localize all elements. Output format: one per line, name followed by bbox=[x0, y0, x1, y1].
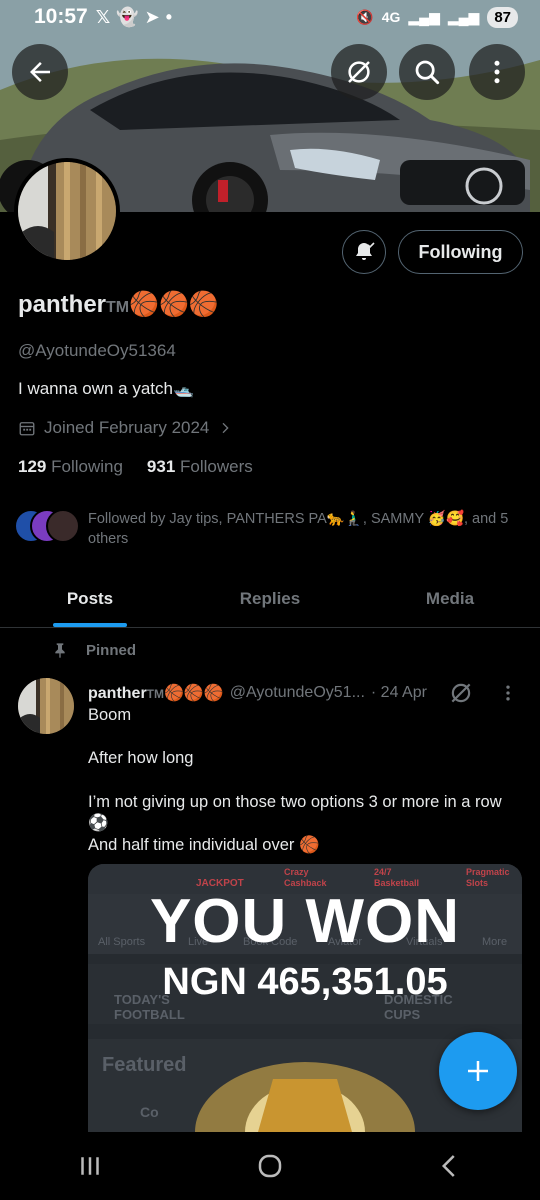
chevron-right-icon bbox=[222, 422, 230, 434]
grok-icon bbox=[348, 61, 370, 83]
signal-icon-2: ▂▄▆ bbox=[447, 8, 480, 25]
profile-bio: I wanna own a yatch🛥️ bbox=[18, 379, 195, 398]
grok-button[interactable] bbox=[331, 44, 387, 100]
post-text-line: After how long bbox=[88, 749, 194, 767]
followed-by-avatars bbox=[14, 509, 80, 543]
post-author-emoji: 🏀🏀🏀 bbox=[164, 685, 224, 702]
tab-replies[interactable]: Replies bbox=[180, 570, 360, 627]
media-bg-label: Co bbox=[140, 1104, 159, 1120]
mute-icon: 🔇 bbox=[356, 8, 374, 25]
followed-by-text: Followed by Jay tips, PANTHERS PA🐆🧎‍♂️, … bbox=[88, 511, 509, 547]
post-more-icon[interactable] bbox=[498, 683, 518, 703]
notification-icons: 𝕏 👻 ➤ • bbox=[96, 7, 172, 28]
home-icon[interactable] bbox=[255, 1151, 285, 1181]
more-vertical-icon bbox=[494, 60, 500, 84]
trademark-text: TM bbox=[106, 299, 130, 316]
notifications-bell-button[interactable] bbox=[342, 230, 386, 274]
follower-avatar bbox=[46, 509, 80, 543]
avatar-image bbox=[18, 162, 116, 260]
post-text-line: Boom bbox=[88, 706, 132, 724]
post-author-tm: TM bbox=[146, 687, 164, 701]
more-options-button[interactable] bbox=[469, 44, 525, 100]
status-time: 10:57 bbox=[34, 5, 88, 28]
post-author-avatar[interactable] bbox=[18, 678, 74, 734]
followed-by-row[interactable]: Followed by Jay tips, PANTHERS PA🐆🧎‍♂️, … bbox=[14, 509, 524, 549]
telegram-icon: ➤ bbox=[144, 6, 160, 27]
pin-icon bbox=[55, 643, 65, 658]
following-count-link[interactable]: 129 Following bbox=[18, 457, 123, 477]
post-header: pantherTM🏀🏀🏀 @AyotundeOy51... · 24 Apr bbox=[88, 680, 518, 706]
dot-icon: • bbox=[165, 6, 173, 27]
post-text-line: And half time individual over 🏀 bbox=[88, 836, 320, 854]
post-author-handle: @AyotundeOy51... bbox=[229, 684, 365, 701]
post-text-line: ⚽ bbox=[88, 814, 109, 832]
recent-apps-icon[interactable] bbox=[75, 1151, 105, 1181]
x-app-icon: 𝕏 bbox=[95, 6, 111, 27]
post-avatar-image bbox=[18, 678, 74, 734]
following-button[interactable]: Following bbox=[398, 230, 523, 274]
plus-icon bbox=[468, 1061, 488, 1081]
pinned-indicator: Pinned bbox=[52, 641, 136, 659]
calendar-icon bbox=[19, 422, 35, 436]
name-emoji: 🏀🏀🏀 bbox=[129, 291, 219, 318]
signal-icon: ▂▄▆ bbox=[408, 8, 440, 25]
post-date: · 24 Apr bbox=[370, 684, 427, 701]
tab-posts[interactable]: Posts bbox=[0, 570, 180, 627]
search-button[interactable] bbox=[399, 44, 455, 100]
grok-icon[interactable] bbox=[448, 680, 474, 706]
snapchat-icon: 👻 bbox=[116, 6, 139, 27]
joined-date-row[interactable]: Joined February 2024 bbox=[18, 418, 233, 438]
display-name-text: panther bbox=[18, 291, 107, 318]
battery-indicator: 87 bbox=[487, 6, 518, 28]
post-text-line: I’m not giving up on those two options 3… bbox=[88, 793, 502, 811]
back-nav-icon[interactable] bbox=[435, 1151, 465, 1181]
followers-count: 931 bbox=[146, 457, 176, 476]
search-icon bbox=[415, 60, 440, 85]
media-bg-label: Featured bbox=[102, 1054, 187, 1076]
post-author-name-text: panther bbox=[88, 685, 147, 702]
joined-text: Joined February 2024 bbox=[44, 418, 210, 437]
followers-count-link[interactable]: 931 Followers bbox=[147, 457, 253, 477]
post-author-name[interactable]: pantherTM🏀🏀🏀 bbox=[88, 683, 224, 703]
following-label: Following bbox=[51, 457, 123, 476]
media-headline: YOU WON bbox=[149, 887, 461, 956]
follow-counts: 129 Following 931 Followers bbox=[18, 457, 253, 477]
followers-label: Followers bbox=[180, 457, 253, 476]
back-arrow-icon bbox=[30, 62, 50, 82]
following-count: 129 bbox=[18, 457, 47, 476]
profile-avatar[interactable] bbox=[14, 158, 120, 264]
display-name: pantherTM🏀🏀🏀 bbox=[18, 290, 219, 319]
compose-post-button[interactable] bbox=[439, 1032, 517, 1110]
pinned-label: Pinned bbox=[86, 641, 137, 659]
network-label: 4G bbox=[381, 9, 401, 25]
profile-tabs: Posts Replies Media bbox=[0, 570, 540, 628]
android-navigation-bar bbox=[0, 1132, 540, 1200]
status-bar: 10:57 𝕏 👻 ➤ • 🔇 4G ▂▄▆ ▂▄▆ 87 bbox=[0, 0, 540, 34]
profile-handle: @AyotundeOy51364 bbox=[18, 341, 176, 360]
tab-media[interactable]: Media bbox=[360, 570, 540, 627]
back-button[interactable] bbox=[12, 44, 68, 100]
bell-check-icon bbox=[356, 242, 375, 260]
media-amount: NGN 465,351.05 bbox=[162, 961, 448, 1003]
